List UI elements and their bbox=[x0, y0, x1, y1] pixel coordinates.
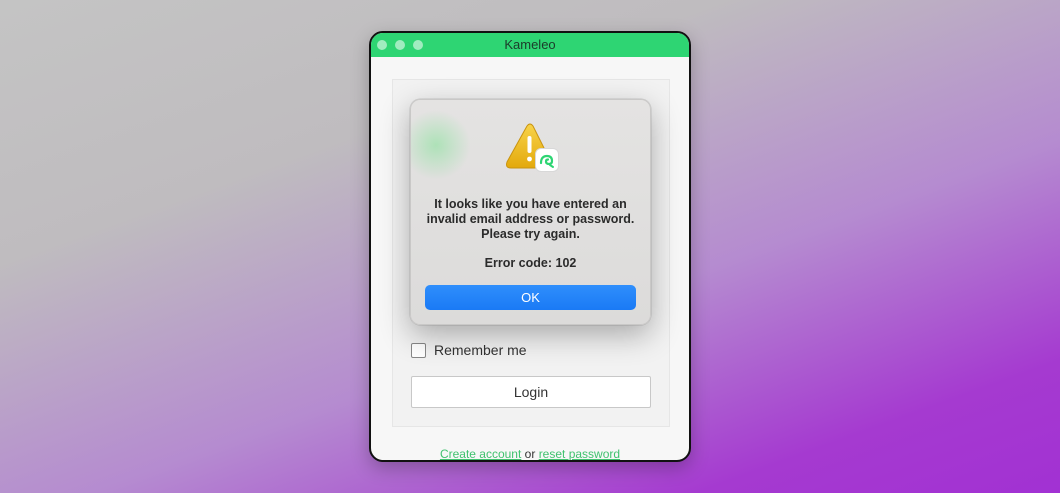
remember-me-label: Remember me bbox=[434, 342, 527, 358]
ok-button[interactable]: OK bbox=[425, 285, 636, 310]
title-bar[interactable]: Kameleo bbox=[371, 33, 689, 57]
kameleo-logo-icon bbox=[535, 148, 559, 172]
error-message: It looks like you have entered an invali… bbox=[426, 197, 635, 241]
login-button[interactable]: Login bbox=[411, 376, 651, 408]
warning-icon bbox=[505, 122, 561, 176]
reset-password-link[interactable]: reset password bbox=[539, 447, 620, 460]
window-title: Kameleo bbox=[504, 37, 556, 52]
dialog-glow bbox=[411, 110, 471, 180]
create-account-link[interactable]: Create account bbox=[440, 447, 521, 460]
footer-separator: or bbox=[524, 447, 539, 461]
remember-me-row[interactable]: Remember me bbox=[411, 342, 527, 358]
remember-me-checkbox[interactable] bbox=[411, 342, 426, 358]
footer-links: Create account or reset password bbox=[371, 447, 689, 461]
error-dialog: It looks like you have entered an invali… bbox=[410, 99, 651, 325]
error-code: Error code: 102 bbox=[484, 256, 577, 270]
